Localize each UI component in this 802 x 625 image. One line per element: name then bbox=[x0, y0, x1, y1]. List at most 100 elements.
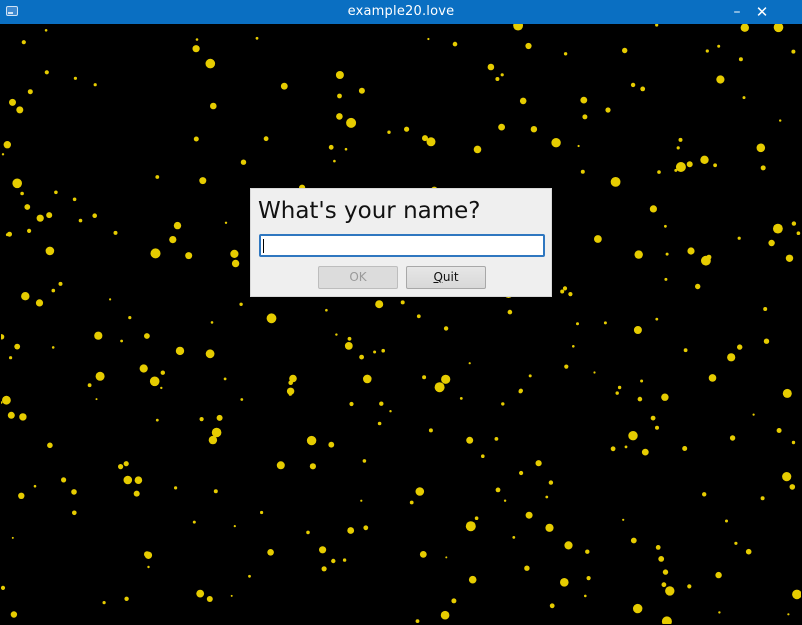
particle bbox=[160, 386, 163, 390]
particle bbox=[109, 298, 112, 301]
name-input[interactable] bbox=[259, 234, 545, 257]
title-bar[interactable]: example20.love – ✕ bbox=[0, 0, 802, 24]
particle bbox=[545, 523, 554, 532]
particle bbox=[344, 147, 348, 151]
particle bbox=[58, 281, 63, 286]
particle bbox=[349, 401, 354, 407]
particle bbox=[422, 135, 428, 142]
particle bbox=[240, 398, 244, 401]
particle bbox=[727, 353, 736, 362]
particle bbox=[495, 487, 501, 493]
particle bbox=[760, 165, 766, 171]
particle bbox=[419, 551, 427, 558]
particle bbox=[734, 541, 738, 545]
particle bbox=[715, 571, 722, 579]
particle bbox=[501, 402, 505, 406]
particle bbox=[628, 431, 638, 441]
particle bbox=[791, 49, 796, 54]
particle bbox=[495, 77, 500, 81]
particle bbox=[528, 374, 532, 378]
particle bbox=[549, 603, 555, 609]
particle bbox=[94, 331, 103, 340]
ok-button[interactable]: OK bbox=[318, 266, 398, 289]
particle bbox=[725, 519, 728, 523]
game-canvas: What's your name? OK Quit bbox=[1, 24, 801, 624]
particle bbox=[582, 114, 588, 120]
particle bbox=[335, 333, 338, 336]
particle bbox=[16, 106, 24, 114]
particle bbox=[440, 610, 450, 620]
particle bbox=[144, 551, 150, 558]
particle bbox=[72, 510, 77, 516]
particle bbox=[428, 428, 433, 433]
particle bbox=[415, 487, 425, 496]
particle bbox=[359, 354, 364, 360]
particle bbox=[416, 314, 421, 319]
particle bbox=[507, 309, 513, 315]
particle bbox=[468, 362, 471, 365]
particle bbox=[564, 541, 573, 550]
particle bbox=[773, 223, 783, 234]
particle bbox=[585, 549, 590, 554]
particle bbox=[333, 159, 336, 163]
particle bbox=[9, 356, 13, 360]
particle bbox=[513, 24, 523, 31]
particle bbox=[445, 556, 448, 559]
particle bbox=[224, 221, 228, 224]
particle bbox=[682, 446, 688, 451]
particle bbox=[358, 87, 365, 94]
particle bbox=[451, 598, 457, 604]
particle bbox=[791, 221, 797, 226]
particle bbox=[702, 492, 707, 497]
quit-mnemonic: Q bbox=[433, 270, 443, 284]
particle bbox=[134, 476, 143, 485]
particle bbox=[695, 283, 701, 290]
particle bbox=[210, 102, 217, 110]
particle bbox=[199, 177, 207, 185]
particle bbox=[336, 113, 343, 120]
particle bbox=[752, 413, 755, 416]
particle bbox=[665, 586, 675, 596]
quit-button[interactable]: Quit bbox=[406, 266, 486, 289]
particle bbox=[147, 565, 150, 569]
particle bbox=[280, 82, 288, 90]
particle bbox=[500, 73, 504, 77]
particle bbox=[637, 396, 643, 402]
particle bbox=[120, 339, 123, 343]
particle bbox=[661, 582, 667, 588]
particle bbox=[630, 82, 636, 88]
particle bbox=[375, 300, 384, 309]
particle bbox=[61, 477, 67, 483]
minimize-icon[interactable]: – bbox=[727, 2, 747, 22]
particle bbox=[655, 425, 659, 430]
particle bbox=[473, 145, 482, 154]
particle bbox=[503, 499, 507, 502]
particle bbox=[740, 24, 749, 32]
particle bbox=[617, 385, 622, 390]
particle bbox=[785, 254, 794, 262]
close-icon[interactable]: ✕ bbox=[752, 2, 772, 22]
particle bbox=[113, 230, 118, 235]
particle bbox=[231, 259, 240, 268]
particle bbox=[78, 218, 83, 223]
particle bbox=[756, 143, 766, 153]
particle bbox=[362, 459, 367, 463]
particle bbox=[239, 302, 243, 306]
particle bbox=[123, 461, 129, 467]
particle bbox=[185, 252, 193, 260]
particle bbox=[363, 374, 372, 384]
particle bbox=[655, 545, 661, 550]
particle bbox=[792, 589, 801, 600]
particle bbox=[605, 107, 611, 113]
particle bbox=[610, 177, 621, 187]
particle bbox=[328, 441, 335, 448]
particle bbox=[51, 346, 55, 349]
quit-label-rest: uit bbox=[442, 270, 459, 284]
particle bbox=[7, 231, 12, 237]
particle bbox=[474, 516, 479, 520]
particle bbox=[263, 136, 269, 142]
particle bbox=[525, 42, 532, 50]
particle bbox=[337, 93, 342, 99]
particle bbox=[360, 499, 363, 502]
particle bbox=[347, 336, 352, 341]
